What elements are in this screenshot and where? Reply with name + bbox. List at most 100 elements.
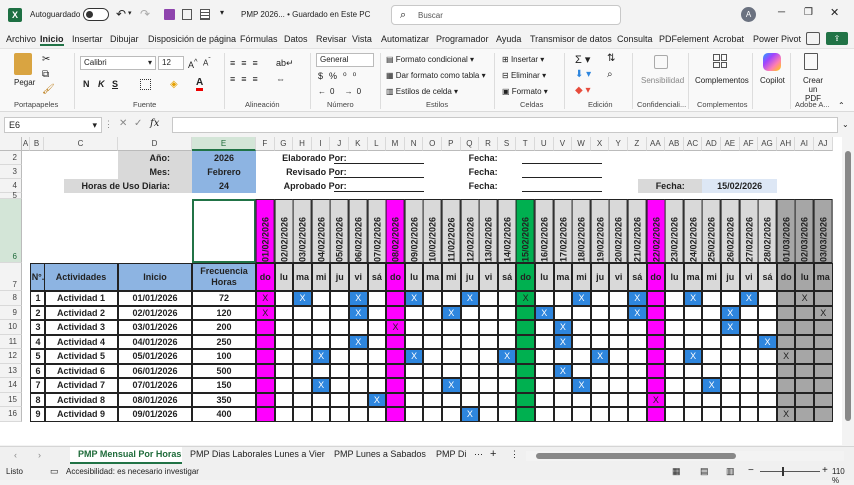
column-header-ag[interactable]: AG xyxy=(758,137,777,151)
schedule-mark[interactable]: X xyxy=(628,305,647,320)
schedule-mark[interactable]: X xyxy=(776,349,796,364)
column-header-m[interactable]: M xyxy=(386,137,405,151)
schedule-cell[interactable] xyxy=(665,349,684,364)
schedule-cell[interactable] xyxy=(256,320,275,335)
schedule-cell[interactable] xyxy=(349,378,368,393)
schedule-cell[interactable] xyxy=(386,305,405,320)
schedule-cell[interactable] xyxy=(609,392,628,407)
schedule-cell[interactable] xyxy=(516,349,535,364)
schedule-cell[interactable] xyxy=(460,392,480,407)
schedule-cell[interactable] xyxy=(628,334,647,349)
schedule-cell[interactable] xyxy=(609,407,628,422)
schedule-cell[interactable] xyxy=(646,320,666,335)
schedule-cell[interactable] xyxy=(814,320,833,335)
select-all-button[interactable] xyxy=(0,137,22,151)
schedule-cell[interactable] xyxy=(256,378,275,393)
column-header-q[interactable]: Q xyxy=(460,137,480,151)
schedule-cell[interactable] xyxy=(311,291,331,306)
schedule-cell[interactable] xyxy=(814,334,833,349)
schedule-cell[interactable] xyxy=(739,334,759,349)
schedule-mark[interactable]: X xyxy=(795,291,814,306)
addins-icon[interactable] xyxy=(713,54,727,68)
more-sheets-icon[interactable]: ⋯ xyxy=(474,449,483,460)
schedule-cell[interactable] xyxy=(721,363,740,378)
schedule-cell[interactable] xyxy=(739,392,759,407)
column-header-ah[interactable]: AH xyxy=(776,137,796,151)
shrink-font-icon[interactable]: Aˇ xyxy=(203,57,211,68)
schedule-cell[interactable] xyxy=(497,407,517,422)
schedule-cell[interactable] xyxy=(609,305,628,320)
create-pdf-button[interactable]: Crear un PDF xyxy=(800,76,826,103)
schedule-cell[interactable] xyxy=(330,349,349,364)
schedule-cell[interactable] xyxy=(423,378,442,393)
schedule-cell[interactable] xyxy=(274,363,294,378)
schedule-mark[interactable]: X xyxy=(721,320,740,335)
schedule-cell[interactable] xyxy=(293,363,312,378)
schedule-cell[interactable] xyxy=(702,407,721,422)
schedule-mark[interactable]: X xyxy=(386,320,405,335)
schedule-mark[interactable]: X xyxy=(460,407,480,422)
schedule-cell[interactable] xyxy=(776,305,796,320)
schedule-mark[interactable]: X xyxy=(404,349,424,364)
schedule-cell[interactable] xyxy=(423,305,442,320)
schedule-cell[interactable] xyxy=(386,392,405,407)
schedule-cell[interactable] xyxy=(460,363,480,378)
schedule-cell[interactable] xyxy=(535,334,554,349)
schedule-mark[interactable]: X xyxy=(739,291,759,306)
tab-dibujar[interactable]: Dibujar xyxy=(110,34,139,44)
schedule-cell[interactable] xyxy=(814,392,833,407)
schedule-cell[interactable] xyxy=(293,407,312,422)
schedule-cell[interactable] xyxy=(497,334,517,349)
schedule-cell[interactable] xyxy=(702,320,721,335)
schedule-cell[interactable] xyxy=(665,363,684,378)
schedule-mark[interactable]: X xyxy=(349,291,368,306)
schedule-cell[interactable] xyxy=(702,349,721,364)
schedule-cell[interactable] xyxy=(349,407,368,422)
expand-formula-icon[interactable]: ⌄ xyxy=(842,120,849,129)
schedule-cell[interactable] xyxy=(367,378,387,393)
schedule-cell[interactable] xyxy=(646,334,666,349)
schedule-cell[interactable] xyxy=(572,392,591,407)
schedule-mark[interactable]: X xyxy=(553,320,573,335)
schedule-cell[interactable] xyxy=(553,291,573,306)
column-header-h[interactable]: H xyxy=(293,137,312,151)
schedule-cell[interactable] xyxy=(683,392,703,407)
cancel-icon[interactable]: ✕ xyxy=(119,118,127,129)
schedule-cell[interactable] xyxy=(572,320,591,335)
schedule-cell[interactable] xyxy=(311,305,331,320)
schedule-cell[interactable] xyxy=(758,349,777,364)
schedule-cell[interactable] xyxy=(721,334,740,349)
schedule-cell[interactable] xyxy=(442,334,461,349)
schedule-mark[interactable]: X xyxy=(683,349,703,364)
schedule-cell[interactable] xyxy=(665,378,684,393)
schedule-cell[interactable] xyxy=(256,407,275,422)
schedule-cell[interactable] xyxy=(367,320,387,335)
column-header-v[interactable]: V xyxy=(553,137,573,151)
schedule-cell[interactable] xyxy=(628,349,647,364)
schedule-cell[interactable] xyxy=(442,349,461,364)
schedule-cell[interactable] xyxy=(479,363,498,378)
schedule-mark[interactable]: X xyxy=(572,378,591,393)
normal-view-icon[interactable]: ▦ xyxy=(672,466,681,477)
horizontal-scrollbar[interactable] xyxy=(526,451,844,461)
wrap-text-icon[interactable]: ab↵ ⇔ xyxy=(276,55,294,87)
schedule-cell[interactable] xyxy=(553,407,573,422)
borders-icon[interactable] xyxy=(140,79,151,90)
schedule-cell[interactable] xyxy=(460,334,480,349)
schedule-cell[interactable] xyxy=(758,407,777,422)
sort-filter-icon[interactable]: ⇅ xyxy=(607,53,615,64)
schedule-cell[interactable] xyxy=(293,349,312,364)
schedule-cell[interactable] xyxy=(404,305,424,320)
schedule-cell[interactable] xyxy=(572,334,591,349)
schedule-cell[interactable] xyxy=(702,305,721,320)
schedule-cell[interactable] xyxy=(274,320,294,335)
accessibility-status[interactable]: Accesibilidad: es necesario investigar xyxy=(66,467,199,476)
schedule-mark[interactable]: X xyxy=(776,407,796,422)
schedule-cell[interactable] xyxy=(739,378,759,393)
schedule-cell[interactable] xyxy=(423,363,442,378)
schedule-cell[interactable] xyxy=(683,378,703,393)
schedule-cell[interactable] xyxy=(311,407,331,422)
schedule-cell[interactable] xyxy=(721,407,740,422)
schedule-cell[interactable] xyxy=(330,320,349,335)
row-header-15[interactable]: 15 xyxy=(0,392,22,407)
